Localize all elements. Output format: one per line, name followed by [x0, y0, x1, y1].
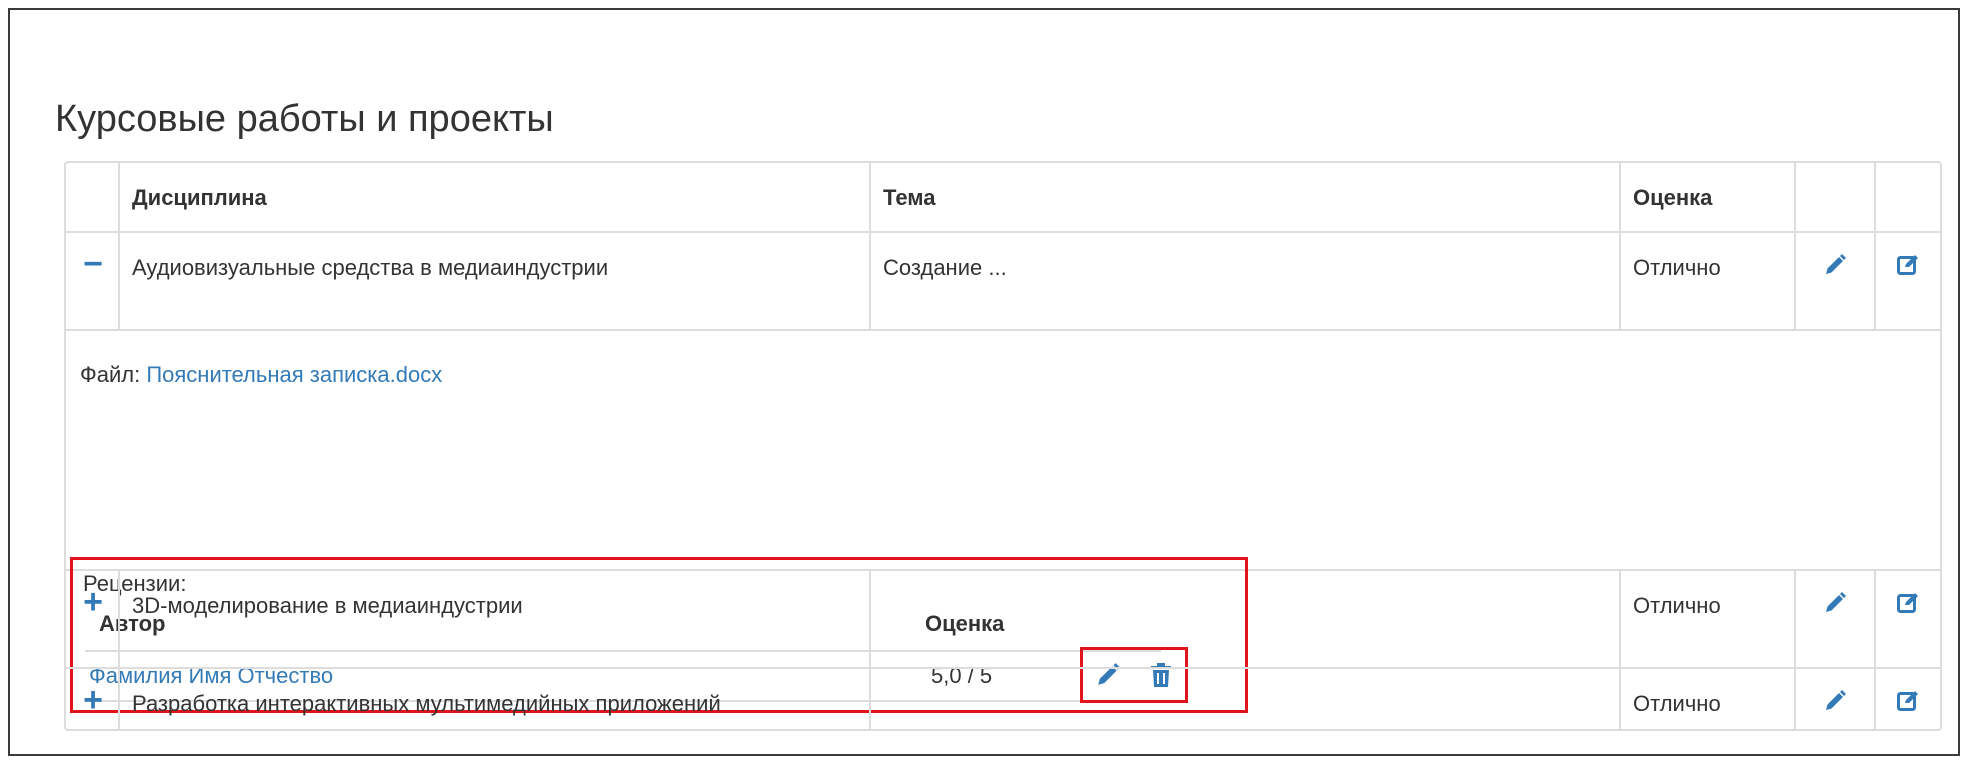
- page-title: Курсовые работы и проекты: [55, 98, 554, 140]
- file-line: Файл: Пояснительная записка.docx: [80, 361, 442, 389]
- row-edit-cell: [1796, 571, 1876, 667]
- row-discipline: Разработка интерактивных мультимедийных …: [120, 669, 871, 731]
- file-label: Файл:: [80, 362, 141, 387]
- row-edit-cell: [1796, 669, 1876, 731]
- header-discipline: Дисциплина: [120, 163, 871, 231]
- header-toggle-cell: [66, 163, 120, 231]
- row-theme: [871, 669, 1621, 731]
- row-theme: Создание ...: [871, 233, 1621, 329]
- row-toggle-cell: +: [66, 669, 120, 731]
- row-grade: Отлично: [1621, 669, 1796, 731]
- header-theme: Тема: [871, 163, 1621, 231]
- edit-square-icon[interactable]: [1876, 591, 1940, 622]
- row-edit-cell: [1796, 233, 1876, 329]
- collapse-toggle-button[interactable]: −: [66, 247, 120, 281]
- header-grade: Оценка: [1621, 163, 1796, 231]
- expand-toggle-button[interactable]: +: [66, 683, 120, 717]
- page-frame: Курсовые работы и проекты Дисциплина Тем…: [8, 8, 1960, 756]
- row-grade: Отлично: [1621, 233, 1796, 329]
- header-check-cell: [1876, 163, 1940, 231]
- table-row: + 3D-моделирование в медиаиндустрии Отли…: [66, 571, 1940, 669]
- table-header-row: Дисциплина Тема Оценка: [66, 163, 1940, 233]
- row-discipline: Аудиовизуальные средства в медиаиндустри…: [120, 233, 871, 329]
- edit-square-icon[interactable]: [1876, 253, 1940, 284]
- row-toggle-cell: +: [66, 571, 120, 667]
- header-edit-cell: [1796, 163, 1876, 231]
- row-grade: Отлично: [1621, 571, 1796, 667]
- coursework-table: Дисциплина Тема Оценка − Аудиовизуальные…: [64, 161, 1942, 731]
- row-theme: [871, 571, 1621, 667]
- expand-toggle-button[interactable]: +: [66, 585, 120, 619]
- row-check-cell: [1876, 571, 1940, 667]
- row-detail-panel: Файл: Пояснительная записка.docx Рецензи…: [66, 331, 1940, 713]
- pencil-icon[interactable]: [1796, 591, 1874, 622]
- row-check-cell: [1876, 669, 1940, 731]
- table-row: − Аудиовизуальные средства в медиаиндуст…: [66, 233, 1940, 331]
- row-check-cell: [1876, 233, 1940, 329]
- row-discipline: 3D-моделирование в медиаиндустрии: [120, 571, 871, 667]
- pencil-icon[interactable]: [1796, 689, 1874, 720]
- pencil-icon[interactable]: [1796, 253, 1874, 284]
- file-link[interactable]: Пояснительная записка.docx: [146, 362, 442, 387]
- table-row: + Разработка интерактивных мультимедийны…: [66, 669, 1940, 731]
- edit-square-icon[interactable]: [1876, 689, 1940, 720]
- row-toggle-cell: −: [66, 233, 120, 329]
